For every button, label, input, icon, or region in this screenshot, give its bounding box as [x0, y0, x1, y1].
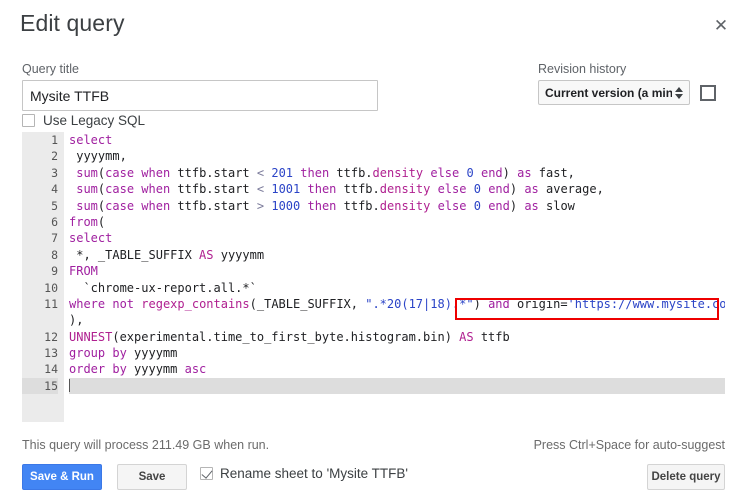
query-cost-status: This query will process 211.49 GB when r…: [22, 438, 270, 452]
delete-query-button[interactable]: Delete query: [647, 464, 725, 490]
code-line-content: ),: [69, 313, 84, 328]
line-number: 5: [51, 198, 58, 213]
close-icon[interactable]: ✕: [709, 13, 733, 37]
line-number: 13: [44, 346, 58, 361]
line-number: 2: [51, 149, 58, 164]
line-number: 12: [44, 329, 58, 344]
code-line-content: [69, 377, 725, 395]
sql-code-editor[interactable]: 1 select 2 yyyymm, 3 sum(case when ttfb.sta…: [22, 132, 725, 422]
code-line[interactable]: 9 FROM: [22, 263, 725, 279]
revision-history-label: Revision history: [538, 62, 627, 76]
save-button[interactable]: Save: [117, 464, 187, 490]
code-line-content: from(: [69, 214, 106, 229]
line-number: 15: [22, 377, 58, 395]
revision-history-select[interactable]: Current version (a minute ag: [538, 80, 690, 105]
code-line[interactable]: 1 select: [22, 132, 725, 148]
line-number: 11: [44, 296, 58, 311]
expand-icon[interactable]: [700, 85, 716, 101]
code-line[interactable]: 6 from(: [22, 214, 725, 230]
code-line[interactable]: 12 UNNEST(experimental.time_to_first_byte…: [22, 329, 725, 345]
code-line-content: `chrome-ux-report.all.*`: [69, 280, 257, 295]
line-number: 9: [51, 264, 58, 279]
query-title-label: Query title: [22, 62, 79, 76]
use-legacy-sql-label: Use Legacy SQL: [43, 113, 146, 128]
code-line-content: order by yyyymm asc: [69, 362, 207, 377]
use-legacy-sql-row[interactable]: Use Legacy SQL: [22, 113, 145, 128]
code-line-content: where not regexp_contains(_TABLE_SUFFIX,…: [69, 296, 725, 311]
autosuggest-hint: Press Ctrl+Space for auto-suggest: [533, 438, 725, 452]
code-line[interactable]: 5 sum(case when ttfb.start > 1000 then t…: [22, 198, 725, 214]
code-line-content: FROM: [69, 264, 98, 279]
code-line[interactable]: 7 select: [22, 230, 725, 246]
code-line-content: select: [69, 133, 113, 147]
rename-sheet-label: Rename sheet to 'Mysite TTFB': [220, 466, 408, 481]
spinner-arrows-icon[interactable]: [672, 86, 689, 99]
line-number: 10: [44, 280, 58, 295]
code-line[interactable]: 10 `chrome-ux-report.all.*`: [22, 280, 725, 296]
code-line[interactable]: 8 *, _TABLE_SUFFIX AS yyyymm: [22, 247, 725, 263]
code-line-content: sum(case when ttfb.start < 201 then ttfb…: [76, 165, 575, 180]
query-title-input[interactable]: [22, 80, 378, 111]
revision-history-value: Current version (a minute ag: [545, 85, 672, 100]
line-number: 7: [51, 231, 58, 246]
save-and-run-button[interactable]: Save & Run: [22, 464, 102, 490]
line-number: 14: [44, 362, 58, 377]
code-line[interactable]: 15: [22, 377, 725, 395]
use-legacy-sql-checkbox[interactable]: [22, 114, 35, 127]
code-line[interactable]: 14 order by yyyymm asc: [22, 361, 725, 377]
page-title: Edit query: [20, 10, 125, 36]
code-line-content: select: [69, 231, 113, 246]
line-number: 6: [51, 214, 58, 229]
code-line-content: group by yyyymm: [69, 346, 178, 361]
code-line[interactable]: 4 sum(case when ttfb.start < 1001 then t…: [22, 181, 725, 197]
code-line[interactable]: ),: [22, 312, 725, 328]
editor-code-area[interactable]: 1 select 2 yyyymm, 3 sum(case when ttfb.sta…: [22, 132, 725, 422]
code-line-content: yyyymm,: [69, 149, 127, 164]
line-number: 3: [51, 165, 58, 180]
rename-sheet-row[interactable]: Rename sheet to 'Mysite TTFB': [200, 466, 408, 481]
code-line-content: sum(case when ttfb.start < 1001 then ttf…: [76, 182, 604, 197]
code-line[interactable]: 13 group by yyyymm: [22, 345, 725, 361]
rename-sheet-checkbox[interactable]: [200, 467, 213, 480]
code-line-content: *, _TABLE_SUFFIX AS yyyymm: [69, 247, 265, 262]
code-line[interactable]: 11 where not regexp_contains(_TABLE_SUFFI…: [22, 296, 725, 312]
line-number: 8: [51, 247, 58, 262]
code-line-content: UNNEST(experimental.time_to_first_byte.h…: [69, 329, 510, 344]
text-caret: [69, 378, 70, 392]
code-line[interactable]: 2 yyyymm,: [22, 148, 725, 164]
line-number: 1: [51, 133, 58, 147]
line-number: 4: [51, 182, 58, 197]
code-line-content: sum(case when ttfb.start > 1000 then ttf…: [76, 198, 575, 213]
code-line[interactable]: 3 sum(case when ttfb.start < 201 then tt…: [22, 165, 725, 181]
